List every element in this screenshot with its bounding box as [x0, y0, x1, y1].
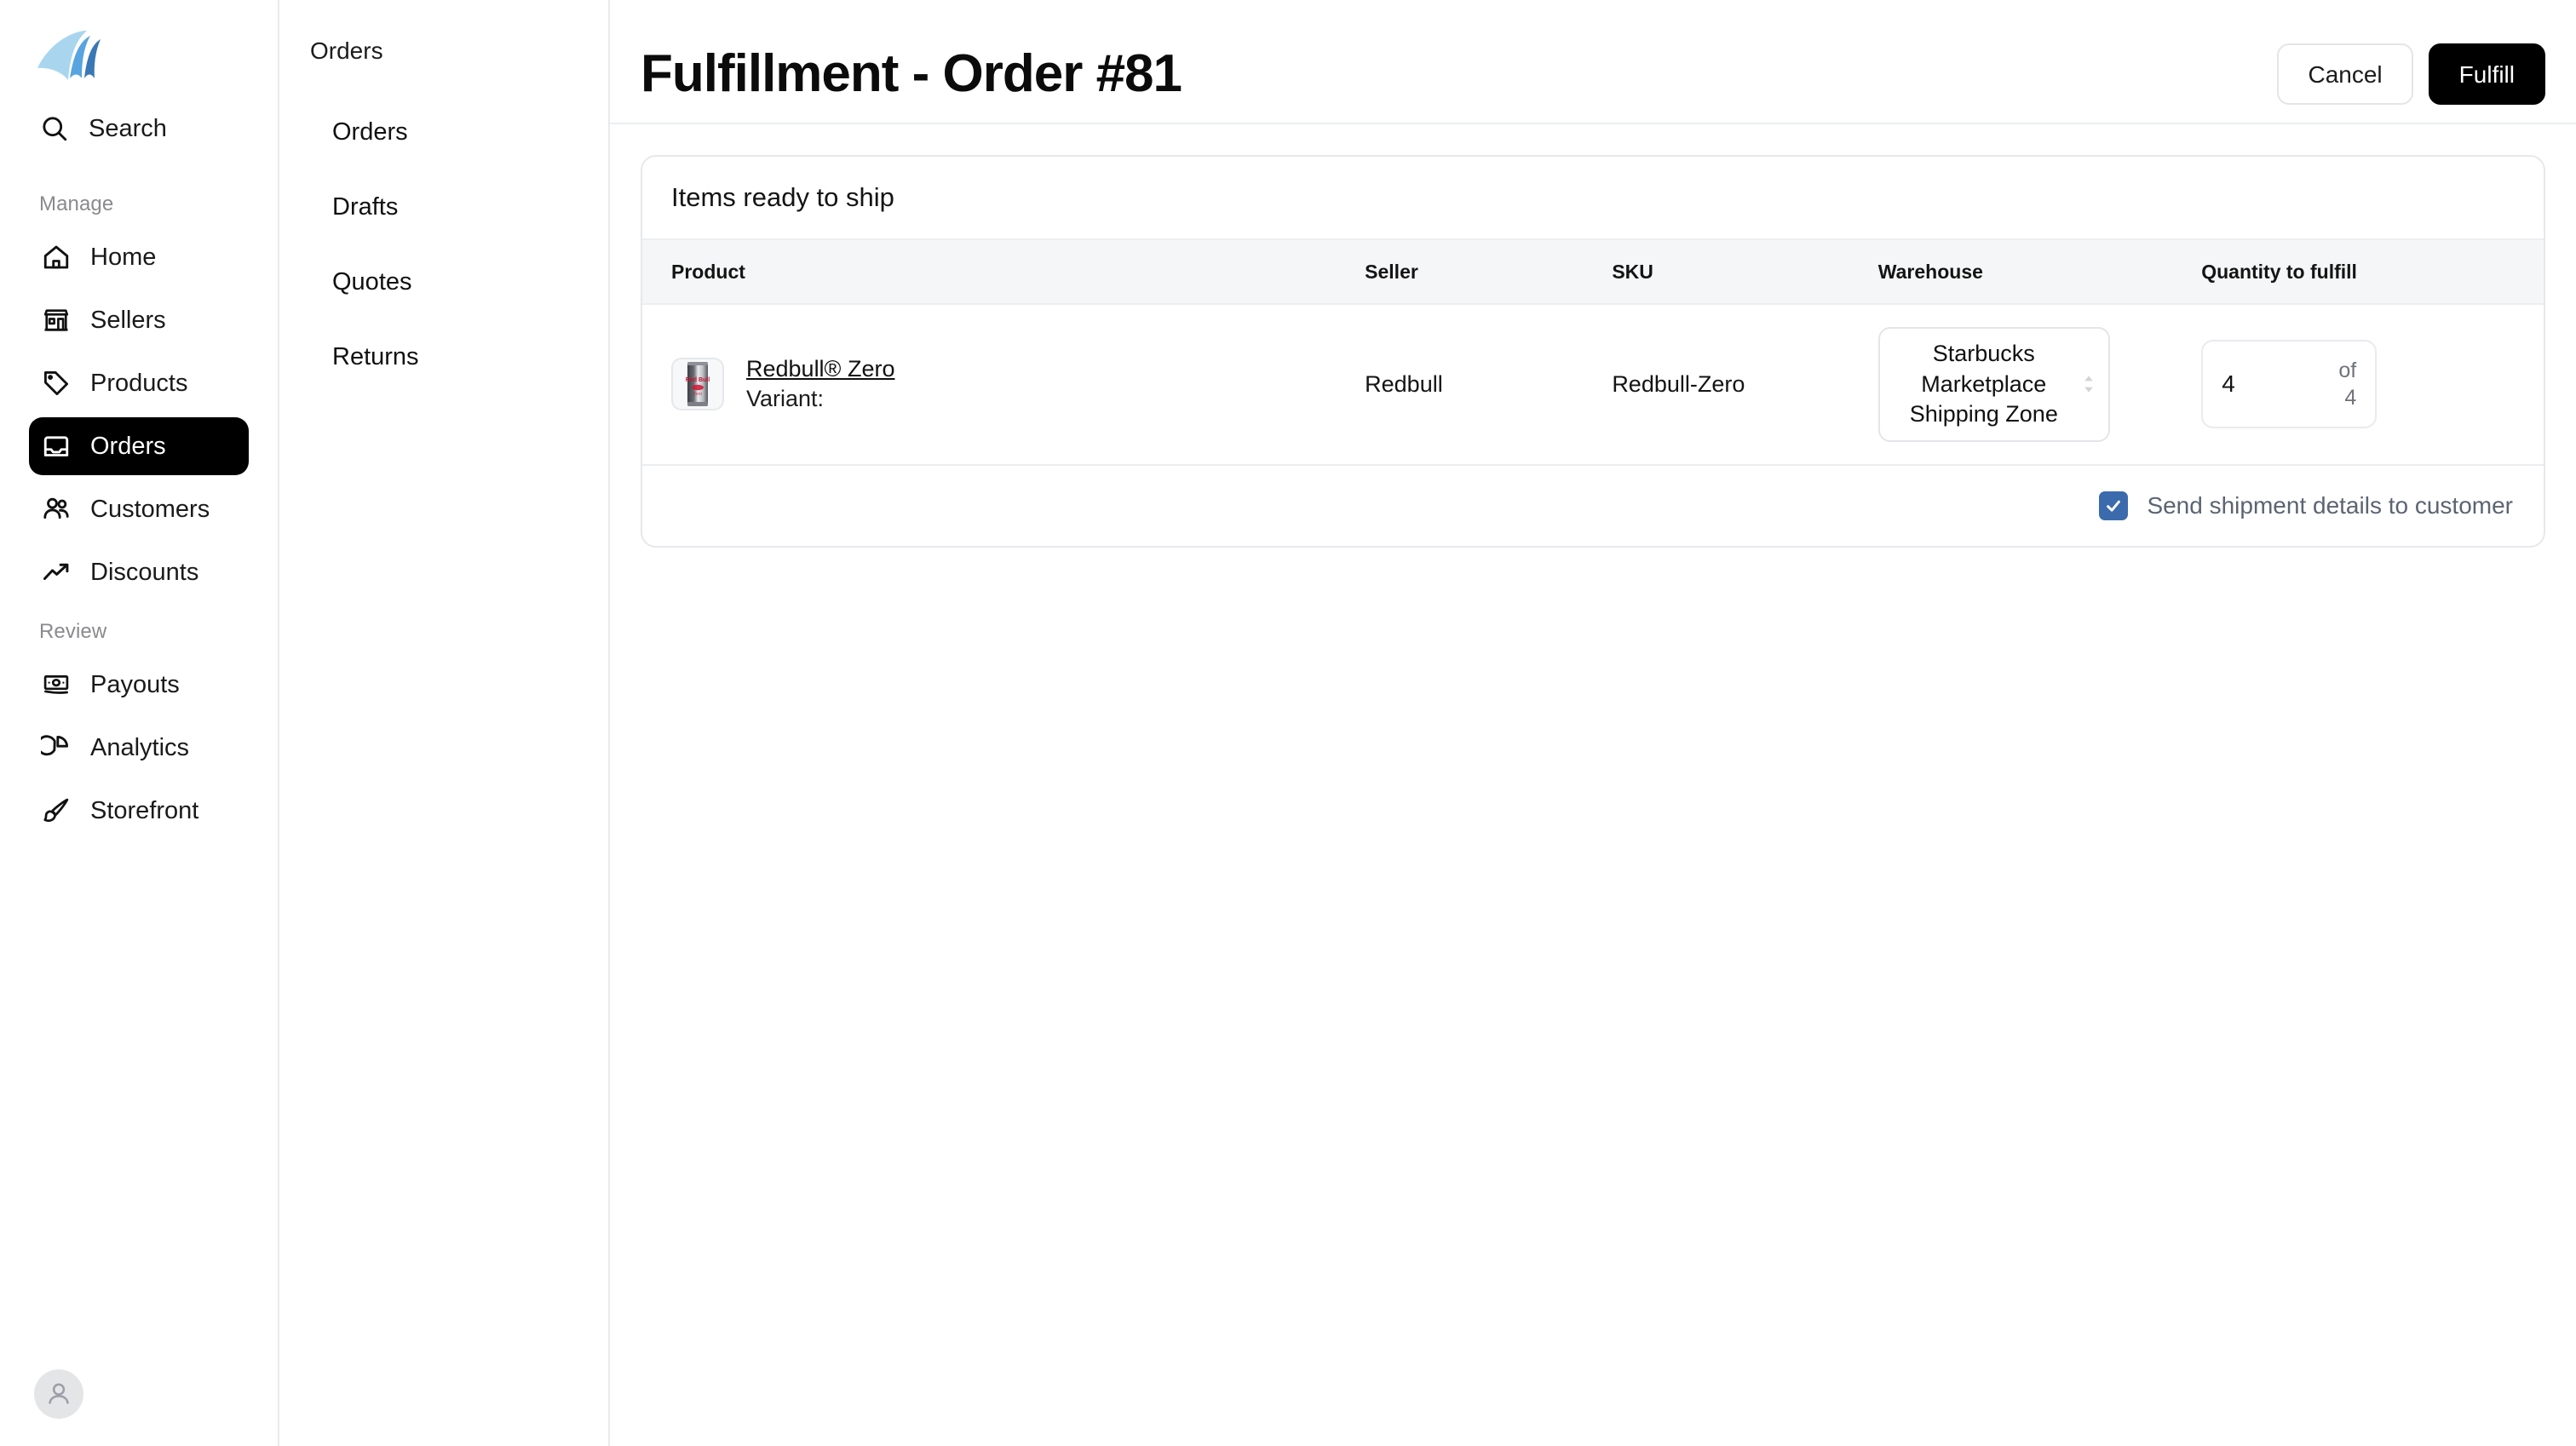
sidebar-item-storefront[interactable]: Storefront: [29, 782, 249, 840]
sidebar-item-label: Home: [90, 243, 157, 271]
sidebar-item-label: Discounts: [90, 558, 199, 586]
cell-sku: Redbull-Zero: [1612, 304, 1878, 466]
secondary-nav: Orders Orders Drafts Quotes Returns: [279, 0, 610, 1446]
warehouse-select[interactable]: Starbucks Marketplace Shipping Zone: [1877, 327, 2110, 442]
brand-logo[interactable]: [29, 0, 249, 100]
table-body: Red Bull Zero Redbull® Zero Variant: Red…: [642, 304, 2544, 466]
table-header: Product Seller SKU Warehouse Quantity to…: [642, 238, 2544, 305]
cell-product: Red Bull Zero Redbull® Zero Variant:: [642, 304, 1366, 466]
cell-quantity: 4 of 4: [2201, 304, 2544, 466]
fulfillment-items-table: Product Seller SKU Warehouse Quantity to…: [642, 238, 2544, 466]
banknote-icon: [43, 675, 69, 694]
sidebar-item-sellers[interactable]: Sellers: [29, 291, 249, 349]
chevron-updown-icon: [2084, 376, 2093, 393]
page-header: Fulfillment - Order #81 Cancel Fulfill: [610, 0, 2576, 124]
trending-up-icon: [43, 563, 69, 580]
paintbrush-icon: [43, 798, 69, 823]
fulfill-button[interactable]: Fulfill: [2428, 43, 2545, 105]
cell-warehouse: Starbucks Marketplace Shipping Zone: [1877, 304, 2202, 466]
table-header-row: Product Seller SKU Warehouse Quantity to…: [642, 238, 2544, 305]
product-image: Red Bull Zero: [686, 362, 710, 407]
send-shipment-details-label: Send shipment details to customer: [2147, 491, 2513, 519]
column-header-quantity: Quantity to fulfill: [2201, 238, 2544, 305]
search-button[interactable]: Search: [29, 100, 249, 157]
items-ready-to-ship-card: Items ready to ship Product Seller SKU W…: [641, 155, 2545, 548]
product-name-link[interactable]: Redbull® Zero: [746, 356, 894, 382]
primary-sidebar: Search Manage Home Sellers Products Orde…: [0, 0, 279, 1446]
storefront-icon: [43, 309, 69, 331]
quantity-input-wrapper[interactable]: 4 of 4: [2201, 340, 2378, 429]
send-shipment-details-checkbox-row[interactable]: Send shipment details to customer: [2099, 491, 2513, 520]
sidebar-item-payouts[interactable]: Payouts: [29, 656, 249, 714]
subnav-item-drafts[interactable]: Drafts: [279, 181, 608, 233]
wave-sail-logo-icon: [37, 31, 101, 80]
pie-chart-icon: [41, 735, 69, 756]
sidebar-item-label: Storefront: [90, 796, 199, 824]
send-shipment-details-checkbox[interactable]: [2099, 491, 2129, 520]
product-variant: Variant:: [746, 386, 825, 412]
column-header-product: Product: [642, 238, 1366, 305]
main-content: Fulfillment - Order #81 Cancel Fulfill I…: [610, 0, 2576, 1446]
sidebar-group-label-review: Review: [39, 620, 107, 643]
quantity-input-value[interactable]: 4: [2222, 370, 2235, 398]
search-icon: [43, 117, 67, 141]
subnav-item-quotes[interactable]: Quotes: [279, 255, 608, 308]
sidebar-item-analytics[interactable]: Analytics: [29, 719, 249, 777]
page-title: Fulfillment - Order #81: [641, 44, 1182, 103]
warehouse-select-value: Starbucks Marketplace Shipping Zone: [1909, 341, 2058, 427]
user-avatar-icon: [49, 1383, 69, 1404]
cancel-button[interactable]: Cancel: [2277, 43, 2413, 105]
sidebar-item-label: Payouts: [90, 670, 180, 698]
svg-text:Zero: Zero: [693, 392, 703, 397]
house-icon: [43, 245, 69, 269]
card-title: Items ready to ship: [671, 182, 894, 212]
sidebar-item-label: Customers: [90, 495, 210, 523]
sidebar-item-customers[interactable]: Customers: [29, 480, 249, 538]
secondary-nav-title: Orders: [310, 37, 383, 64]
cell-seller: Redbull: [1365, 304, 1613, 466]
sidebar-item-label: Products: [90, 369, 188, 397]
users-icon: [43, 497, 69, 519]
search-label: Search: [89, 114, 167, 142]
sidebar-item-discounts[interactable]: Discounts: [29, 543, 249, 601]
subnav-item-returns[interactable]: Returns: [279, 330, 608, 383]
sidebar-item-orders[interactable]: Orders: [29, 417, 249, 475]
card-footer: Send shipment details to customer: [642, 466, 2544, 546]
check-icon: [2107, 500, 2121, 512]
avatar[interactable]: [34, 1369, 83, 1419]
sidebar-item-home[interactable]: Home: [29, 228, 249, 286]
table-row: Red Bull Zero Redbull® Zero Variant: Red…: [642, 304, 2544, 466]
app-root: Search Manage Home Sellers Products Orde…: [0, 0, 2576, 1446]
column-header-seller: Seller: [1365, 238, 1613, 305]
sidebar-item-label: Analytics: [90, 733, 190, 761]
sidebar-item-products[interactable]: Products: [29, 354, 249, 412]
sidebar-item-label: Sellers: [90, 306, 166, 334]
sidebar-group-label-manage: Manage: [39, 192, 114, 215]
sidebar-item-label: Orders: [90, 432, 166, 460]
column-header-sku: SKU: [1612, 238, 1878, 305]
column-header-warehouse: Warehouse: [1877, 238, 2202, 305]
quantity-total-label: of 4: [2338, 359, 2357, 410]
redbull-can-thumbnail: Red Bull Zero: [671, 358, 724, 411]
inbox-icon: [43, 436, 69, 456]
tag-icon: [43, 370, 69, 396]
subnav-item-orders[interactable]: Orders: [279, 106, 608, 158]
svg-text:Red Bull: Red Bull: [686, 377, 710, 383]
header-actions: Cancel Fulfill: [2277, 43, 2545, 105]
content-area: Items ready to ship Product Seller SKU W…: [610, 124, 2576, 578]
